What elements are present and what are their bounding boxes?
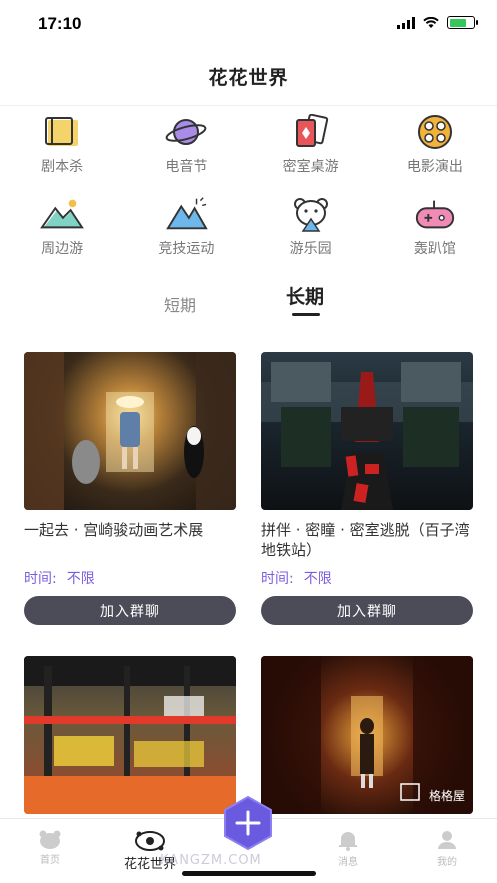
status-time: 17:10 — [38, 14, 82, 33]
film-reel-icon — [413, 112, 457, 152]
page-title: 花花世界 — [208, 67, 289, 89]
tab-home[interactable]: 首页 — [20, 829, 80, 866]
tab-mine-label: 我的 — [437, 857, 457, 868]
time-label: 时间: — [24, 571, 57, 587]
activity-time: 时间: 不限 — [261, 568, 473, 588]
category-label: 竞技运动 — [158, 241, 215, 257]
tab-short-term[interactable]: 短期 — [164, 292, 196, 316]
active-tab-indicator — [292, 313, 320, 316]
wifi-icon — [423, 16, 439, 28]
category-electronic-festival[interactable]: 电音节 — [124, 112, 248, 182]
plus-icon — [224, 795, 272, 851]
tab-long-term[interactable]: 长期 — [286, 282, 324, 309]
activity-title: 拼伴 · 密瞳 · 密室逃脱（百子湾地铁站） — [261, 521, 470, 559]
tab-home-label: 首页 — [40, 855, 60, 866]
bear-face-icon — [39, 830, 61, 849]
activity-image — [24, 656, 236, 814]
category-label: 轰趴馆 — [413, 241, 456, 257]
signal-icon — [397, 16, 415, 29]
tab-messages[interactable]: 消息 — [318, 829, 378, 868]
watermark: KANGZM.COM — [160, 853, 262, 868]
category-escape-room[interactable]: 密室桌游 — [249, 112, 373, 182]
activity-list: 一起去 · 宫崎骏动画艺术展 时间: 不限 加入群聊 拼伴 · 密瞳 · 密室逃脱… — [0, 352, 497, 822]
category-movies-shows[interactable]: 电影演出 — [373, 112, 497, 182]
category-label: 电影演出 — [406, 159, 463, 175]
category-label: 密室桌游 — [282, 159, 339, 175]
venue-logo: 格格屋 — [428, 789, 465, 803]
category-nearby-trips[interactable]: 周边游 — [0, 194, 124, 264]
activity-time: 时间: 不限 — [24, 568, 236, 588]
bear-icon — [289, 194, 333, 234]
join-group-chat-button[interactable]: 加入群聊 — [261, 596, 473, 625]
status-bar: 17:10 — [0, 0, 497, 48]
time-value: 不限 — [303, 571, 332, 587]
duration-tabs: 短期 长期 — [0, 282, 497, 322]
gamepad-icon — [413, 194, 457, 234]
battery-icon — [447, 16, 478, 29]
bell-icon — [339, 832, 357, 851]
activity-image: 格格屋 — [261, 656, 473, 814]
nav-bar: 花花世界 — [0, 48, 497, 106]
activity-card[interactable] — [24, 656, 236, 814]
category-amusement-park[interactable]: 游乐园 — [249, 194, 373, 264]
home-indicator — [182, 871, 316, 876]
book-icon — [40, 112, 84, 152]
tab-mine[interactable]: 我的 — [417, 829, 477, 868]
category-script-murder[interactable]: 剧本杀 — [0, 112, 124, 182]
planet-icon — [164, 112, 208, 152]
activity-card[interactable]: 拼伴 · 密瞳 · 密室逃脱（百子湾地铁站） 时间: 不限 加入群聊 — [261, 352, 473, 625]
category-label: 电音节 — [165, 159, 208, 175]
time-value: 不限 — [66, 571, 95, 587]
activity-card[interactable]: 一起去 · 宫崎骏动画艺术展 时间: 不限 加入群聊 — [24, 352, 236, 625]
cards-icon — [289, 112, 333, 152]
activity-image — [24, 352, 236, 510]
category-label: 剧本杀 — [41, 159, 84, 175]
mountain-flag-icon — [164, 194, 209, 234]
activity-title: 一起去 · 宫崎骏动画艺术展 — [24, 521, 204, 539]
activity-image — [261, 352, 473, 510]
bottom-tab-bar: 首页 花花世界 消息 我的 KANGZM.COM — [0, 795, 497, 883]
status-icons — [397, 16, 478, 29]
activity-card[interactable]: 格格屋 — [261, 656, 473, 814]
category-label: 游乐园 — [289, 241, 332, 257]
time-label: 时间: — [261, 571, 294, 587]
user-icon — [438, 831, 456, 849]
category-sports[interactable]: 竞技运动 — [124, 194, 248, 264]
landscape-icon — [40, 194, 84, 234]
create-button[interactable] — [220, 795, 276, 851]
join-group-chat-button[interactable]: 加入群聊 — [24, 596, 236, 625]
category-label: 周边游 — [41, 241, 84, 257]
tab-messages-label: 消息 — [338, 857, 358, 868]
category-party-venue[interactable]: 轰趴馆 — [373, 194, 497, 264]
flower-world-icon — [135, 831, 165, 851]
category-grid: 剧本杀 电音节 密室桌游 电影演出 周边游 竞技运动 游乐园 轰趴馆 — [0, 112, 497, 264]
